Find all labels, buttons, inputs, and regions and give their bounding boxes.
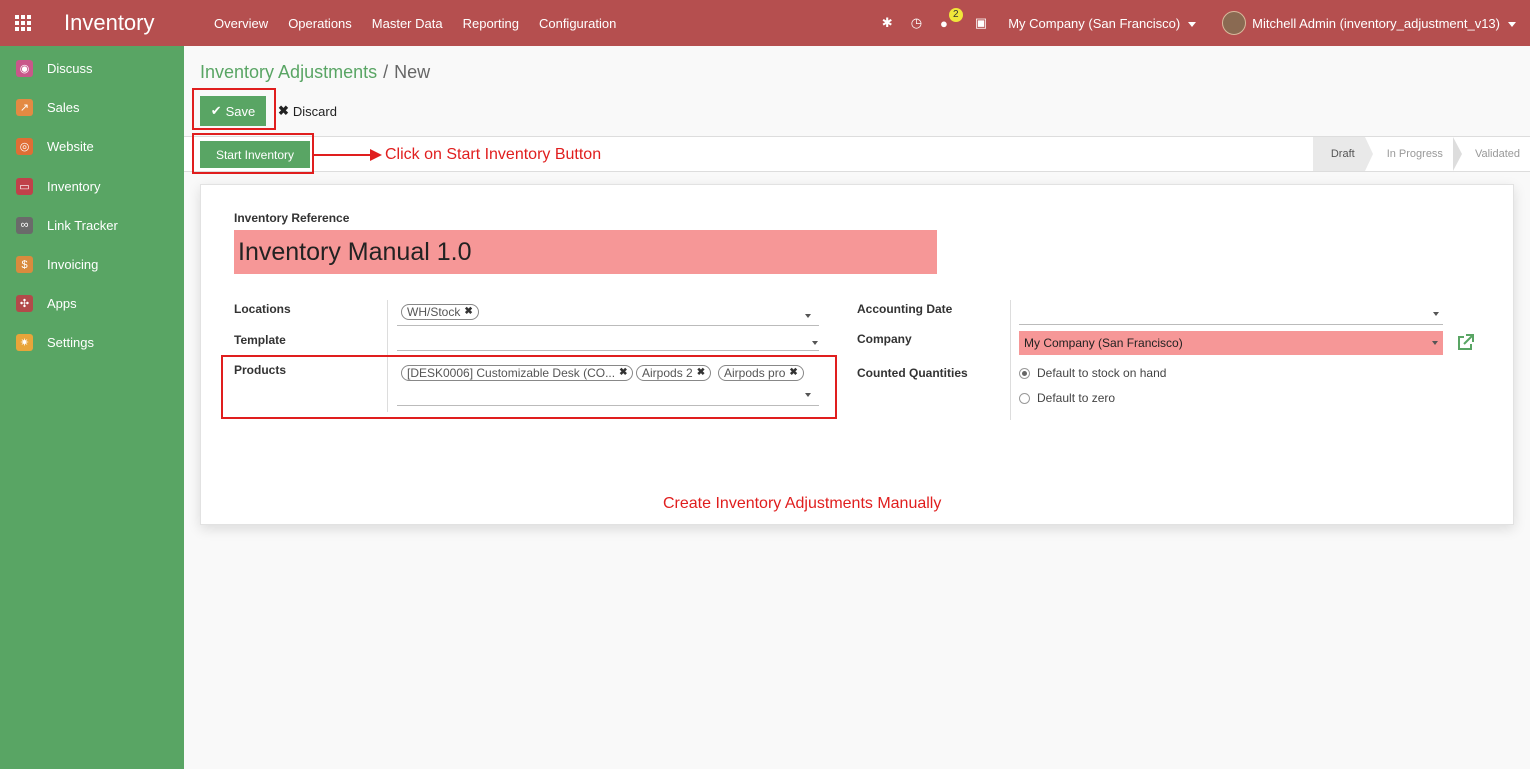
chat-icon: ◉ [16, 60, 33, 78]
sidebar-item-label: Link Tracker [47, 217, 118, 233]
sidebar-item-inventory[interactable]: ▭ Inventory [0, 167, 184, 206]
menu-overview[interactable]: Overview [204, 16, 278, 31]
sidebar-item-label: Website [47, 139, 94, 155]
sidebar-item-sales[interactable]: ↗ Sales [0, 88, 184, 127]
chevron-down-icon[interactable] [805, 314, 811, 318]
annotation-box-start [192, 133, 314, 174]
radio-indicator [1019, 392, 1030, 404]
avatar[interactable] [1222, 11, 1247, 35]
top-navbar: Inventory Overview Operations Master Dat… [0, 0, 1530, 46]
clock-icon[interactable]: ◷ [911, 15, 922, 31]
template-label: Template [234, 333, 286, 347]
sidebar: ◉ Discuss ↗ Sales ◎ Website ▭ Inventory ∞ Lin… [0, 46, 184, 769]
chevron-down-icon[interactable] [1433, 312, 1439, 316]
chevron-down-icon[interactable] [812, 341, 818, 345]
sidebar-item-label: Apps [47, 296, 77, 312]
chevron-down-icon [1188, 21, 1197, 27]
radio-zero[interactable]: Default to zero [1019, 391, 1115, 405]
company-select[interactable]: My Company (San Francisco) [1019, 331, 1443, 355]
annotation-bottom-note: Create Inventory Adjustments Manually [663, 495, 942, 512]
close-icon: ✖ [278, 103, 289, 118]
sidebar-item-label: Inventory [47, 178, 101, 194]
app-title: Inventory [64, 10, 155, 35]
locations-label: Locations [234, 302, 291, 316]
sidebar-item-label: Invoicing [47, 257, 99, 273]
globe-icon: ◎ [16, 138, 33, 156]
app-switcher-icon[interactable] [0, 0, 46, 46]
stage-statusbar: Draft In Progress Validated [1312, 137, 1530, 171]
stage-label: Draft [1330, 148, 1355, 160]
menu-master-data[interactable]: Master Data [362, 16, 453, 31]
bug-icon[interactable]: ✱ [882, 15, 893, 31]
stage-label: In Progress [1386, 148, 1443, 160]
locations-field[interactable]: WH/Stock ✖ [397, 304, 819, 326]
chart-icon: ↗ [16, 99, 33, 117]
sidebar-item-apps[interactable]: ✣ Apps [0, 284, 184, 323]
radio-indicator [1019, 367, 1030, 379]
sidebar-item-link-tracker[interactable]: ∞ Link Tracker [0, 206, 184, 245]
stage-label: Validated [1474, 148, 1520, 160]
accounting-date-label: Accounting Date [857, 302, 953, 316]
menu-reporting[interactable]: Reporting [453, 16, 529, 31]
stage-draft[interactable]: Draft [1312, 137, 1373, 171]
breadcrumb-separator: / [383, 62, 389, 82]
chevron-down-icon[interactable] [1432, 341, 1438, 345]
annotation-box-save [192, 88, 276, 130]
menu-operations[interactable]: Operations [278, 16, 362, 31]
arrow-icon [314, 149, 382, 161]
link-icon: ∞ [16, 216, 33, 234]
breadcrumb-parent[interactable]: Inventory Adjustments [200, 62, 377, 82]
field-underline [397, 325, 819, 326]
invoice-icon: $ [16, 256, 33, 274]
user-name: Mitchell Admin (inventory_adjustment_v13… [1252, 15, 1500, 31]
field-underline [1019, 324, 1443, 325]
stage-validated[interactable]: Validated [1453, 137, 1530, 171]
close-icon[interactable]: ✖ [464, 305, 472, 319]
external-link-icon[interactable] [1455, 333, 1475, 353]
radio-label: Default to zero [1037, 391, 1116, 405]
company-name: My Company (San Francisco) [1008, 15, 1181, 31]
company-value: My Company (San Francisco) [1024, 336, 1183, 350]
box-icon: ▭ [16, 177, 33, 195]
top-menu: Overview Operations Master Data Reportin… [204, 16, 626, 31]
sidebar-item-label: Sales [47, 100, 80, 116]
chat-count-badge: 2 [949, 7, 963, 22]
sidebar-item-discuss[interactable]: ◉ Discuss [0, 49, 184, 88]
sidebar-item-settings[interactable]: ✷ Settings [0, 323, 184, 362]
sidebar-item-website[interactable]: ◎ Website [0, 127, 184, 166]
chat-icon[interactable]: ● 2 [940, 7, 963, 31]
company-switcher[interactable]: My Company (San Francisco) [1008, 15, 1197, 31]
field-divider [1010, 300, 1011, 420]
annotation-box-products [221, 355, 837, 419]
discard-label: Discard [292, 103, 337, 119]
gear-icon: ✷ [16, 334, 33, 352]
counted-quantities-label: Counted Quantities [857, 366, 968, 380]
breadcrumb-current: New [394, 62, 431, 82]
apps-icon: ✣ [16, 295, 33, 313]
chevron-down-icon [1508, 21, 1516, 27]
template-field[interactable] [397, 331, 819, 351]
discard-button[interactable]: ✖ Discard [278, 96, 337, 126]
tag-wh-stock: WH/Stock ✖ [401, 304, 479, 320]
field-underline [397, 350, 819, 351]
systray: ✱ ◷ ● 2 ▣ My Company (San Francisco) Mitc… [873, 7, 1530, 35]
reference-input[interactable]: Inventory Manual 1.0 [234, 230, 937, 274]
breadcrumb: Inventory Adjustments / New [200, 62, 430, 83]
stage-in-progress[interactable]: In Progress [1365, 137, 1462, 171]
radio-label: Default to stock on hand [1037, 366, 1167, 380]
radio-stock-on-hand[interactable]: Default to stock on hand [1019, 366, 1166, 380]
annotation-start-hint: Click on Start Inventory Button [385, 146, 602, 163]
company-label: Company [857, 332, 912, 346]
gift-icon[interactable]: ▣ [975, 15, 987, 31]
user-menu[interactable]: Mitchell Admin (inventory_adjustment_v13… [1252, 16, 1516, 31]
accounting-date-field[interactable] [1019, 301, 1443, 325]
sidebar-item-label: Settings [47, 335, 94, 351]
reference-label: Inventory Reference [234, 211, 350, 225]
stage-divider [1364, 137, 1373, 171]
tag-label: WH/Stock [407, 305, 461, 319]
menu-configuration[interactable]: Configuration [529, 16, 626, 31]
sidebar-item-label: Discuss [47, 61, 93, 77]
sidebar-item-invoicing[interactable]: $ Invoicing [0, 245, 184, 284]
